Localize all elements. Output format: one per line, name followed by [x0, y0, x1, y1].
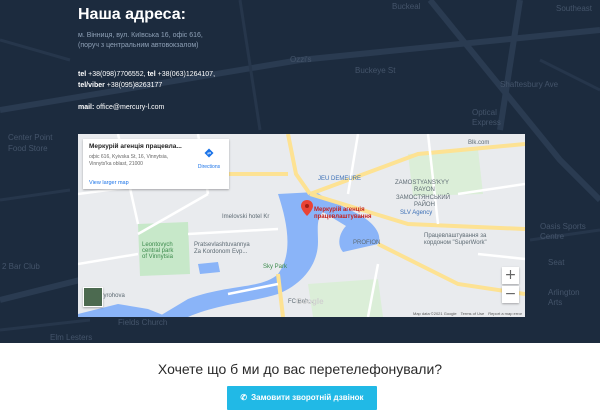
contact-section: Buckeal Ozzi's Buckeye St Southeast Shaf… — [0, 0, 600, 343]
bg-label-food-store: Food Store — [8, 144, 48, 153]
tel-value-1[interactable]: +38(098)7706552, — [86, 71, 145, 78]
bg-label-southeast: Southeast — [556, 4, 593, 13]
map-data-credit: Map data ©2021 Google — [412, 311, 457, 316]
phone-icon: ✆ — [240, 393, 248, 402]
tel-value-2[interactable]: +38(063)1264107, — [156, 71, 215, 78]
map-label-work-2: кордоном "SuperWork" — [424, 240, 487, 246]
bg-label-buckeye: Buckeye St — [355, 66, 396, 75]
map-label-jeu: JEU DEMEURE — [318, 176, 362, 182]
mail-line: mail: office@mercury-l.com — [78, 104, 164, 111]
viber-label: tel/viber — [78, 82, 105, 89]
bg-label-ozzis: Ozzi's — [290, 55, 312, 64]
map-label-work-1: Працевлаштування за — [424, 233, 487, 239]
bg-label-bar-club: 2 Bar Club — [2, 262, 40, 271]
address-title: Наша адреса: — [78, 6, 186, 23]
map-label-sky: Sky Park — [263, 264, 288, 270]
mail-label: mail: — [78, 104, 95, 111]
place-card: Меркурій агенція працевла... офіс 616, K… — [83, 139, 229, 189]
terms-link[interactable]: Terms of Use — [461, 311, 485, 316]
bg-label-arts: Arts — [548, 298, 563, 307]
directions-icon — [204, 148, 214, 158]
bg-label-optical: Optical — [472, 108, 497, 117]
map-label-hotel: Imelovski hotel Kr — [222, 214, 270, 220]
tel-label: tel — [78, 71, 87, 78]
map-footer: Map data ©2021 Google Terms of Use Report … — [409, 311, 522, 316]
map-label-prats-1: Pratsevlashtuvannya — [194, 242, 250, 248]
map-label-zamost-4: РАЙОН — [414, 202, 435, 208]
callback-prompt: Хочете що б ми до вас перетелефонували? — [157, 361, 443, 377]
map-label-blk: Blk.com — [468, 140, 490, 146]
bg-label-arlington: Arlington — [548, 288, 580, 297]
bg-label-fields-church: Fields Church — [118, 318, 168, 327]
map-label-park-3: of Vinnytsia — [142, 254, 173, 260]
satellite-toggle[interactable] — [83, 287, 103, 307]
zoom-in-button[interactable]: + — [502, 267, 519, 284]
mail-value[interactable]: office@mercury-l.com — [94, 104, 164, 111]
map-label-prats-2: Za Kordonom Evp... — [194, 249, 248, 255]
callback-button[interactable]: ✆ Замовити зворотній дзвінок — [227, 386, 377, 410]
viber-line: tel/viber +38(095)8263177 — [78, 82, 162, 89]
view-larger-map-link[interactable]: View larger map — [89, 180, 129, 186]
address-line-1: м. Вінниця, вул. Київська 16, офіс 616, — [78, 32, 203, 39]
pin-label-text: Меркурій агенція працевлаштування — [314, 207, 372, 221]
place-address: офіс 616, Kyivska St, 16, Vinnytsia, Vin… — [89, 154, 169, 167]
bg-label-express: Express — [472, 118, 501, 127]
bg-label-center-point: Center Point — [8, 133, 53, 142]
map-label-zamost-1: ZAMOSTYANS'KYY — [395, 180, 450, 186]
place-name: Меркурій агенція працевла... — [89, 143, 182, 150]
bg-label-shaftesbury: Shaftesbury Ave — [500, 80, 559, 89]
map-label-profion: PROFION — [353, 240, 381, 246]
viber-value[interactable]: +38(095)8263177 — [105, 82, 162, 89]
pin-label[interactable]: Меркурій агенція працевлаштування — [314, 207, 384, 221]
address-block: Наша адреса: м. Вінниця, вул. Київська 1… — [78, 6, 203, 49]
bg-label-centre: Centre — [540, 232, 565, 241]
bg-label-oasis: Oasis Sports — [540, 222, 586, 231]
map-label-slv: SLV Agency — [400, 210, 433, 216]
directions-button[interactable]: Directions — [193, 145, 225, 170]
bg-label-bucksal: Buckeal — [392, 2, 421, 11]
callback-button-label: Замовити зворотній дзвінок — [251, 393, 364, 402]
map-label-zamost-2: RAYON — [414, 187, 435, 193]
phone-line: tel +38(098)7706552, tel +38(063)1264107… — [78, 71, 215, 78]
address-line-2: (поруч з центральним автовокзалом) — [78, 42, 199, 49]
bg-label-elm-lesters: Elm Lesters — [50, 333, 93, 342]
report-error-link[interactable]: Report a map error — [488, 311, 522, 316]
google-map[interactable]: Blk.com JEU DEMEURE ZAMOSTYANS'KYY RAYON… — [78, 134, 525, 317]
map-label-zamost-3: ЗАМОСТЯНСЬКИЙ — [396, 195, 451, 201]
bg-label-seat: Seat — [548, 258, 565, 267]
zoom-out-button[interactable]: − — [502, 286, 519, 303]
tel-label-2: tel — [145, 71, 156, 78]
directions-label: Directions — [197, 164, 221, 170]
google-logo: Google — [296, 297, 324, 306]
